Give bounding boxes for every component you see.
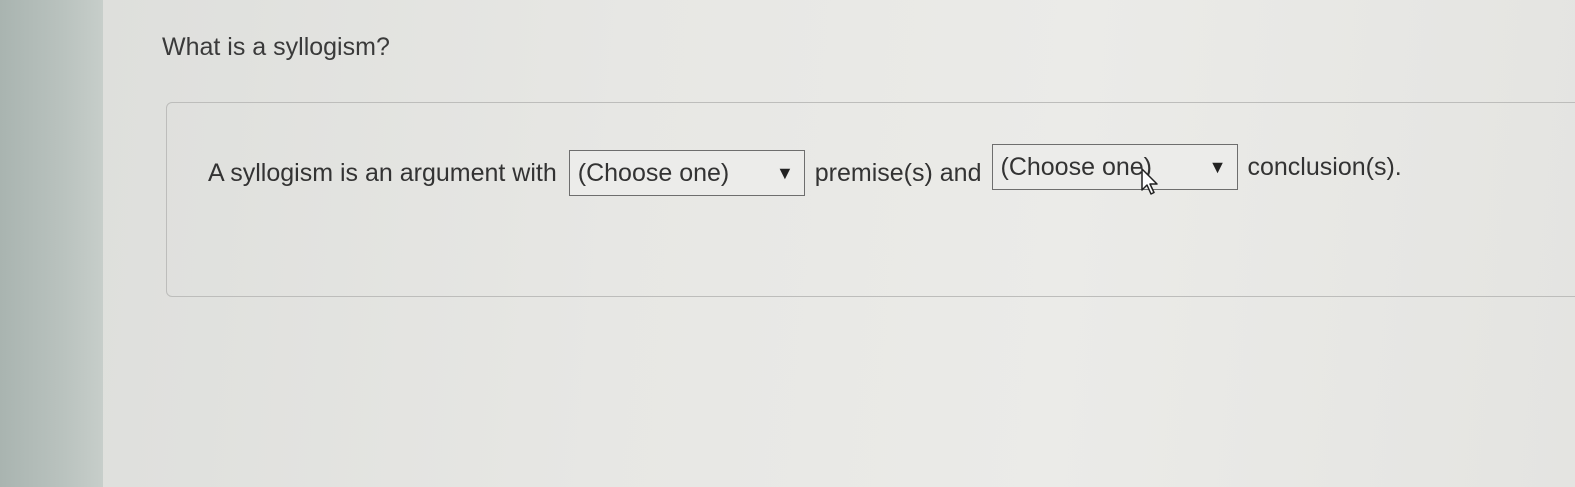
triangle-down-icon: ▼ (1208, 156, 1227, 177)
conclusions-dropdown[interactable]: (Choose one) ▼ (991, 144, 1238, 190)
question-title: What is a syllogism? (162, 33, 390, 61)
answer-sentence: A syllogism is an argument with (Choose … (208, 144, 1402, 200)
premises-dropdown-value: (Choose one) (577, 158, 730, 187)
sentence-part-3: conclusion(s). (1247, 152, 1402, 181)
background-edge (0, 0, 103, 487)
conclusions-dropdown-value: (Choose one) (1000, 152, 1152, 181)
sentence-part-2: premise(s) and (814, 158, 982, 187)
mouse-pointer-icon (1141, 168, 1158, 195)
triangle-down-icon: ▼ (775, 162, 794, 183)
sentence-part-1: A syllogism is an argument with (208, 158, 557, 187)
premises-dropdown[interactable]: (Choose one) ▼ (568, 150, 805, 196)
